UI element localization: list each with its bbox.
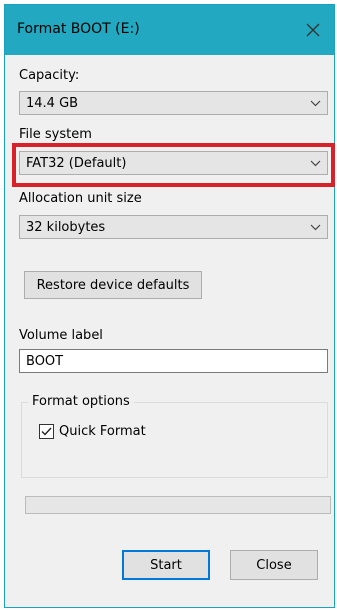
close-icon[interactable] bbox=[296, 13, 330, 47]
title-bar[interactable]: Format BOOT (E:) bbox=[5, 5, 334, 55]
chevron-down-icon bbox=[310, 224, 321, 231]
format-progress-bar bbox=[25, 496, 331, 514]
format-options-group: Format options Quick Format bbox=[21, 394, 328, 478]
allocation-dropdown[interactable]: 32 kilobytes bbox=[19, 215, 328, 239]
volume-label-value: BOOT bbox=[26, 354, 64, 369]
start-button[interactable]: Start bbox=[122, 550, 210, 580]
chevron-down-icon bbox=[310, 100, 321, 107]
window-title: Format BOOT (E:) bbox=[17, 21, 140, 37]
restore-defaults-button[interactable]: Restore device defaults bbox=[24, 271, 202, 299]
file-system-label: File system bbox=[19, 127, 92, 142]
capacity-label: Capacity: bbox=[19, 68, 80, 83]
file-system-highlight bbox=[12, 143, 335, 187]
volume-label-label: Volume label bbox=[19, 328, 103, 343]
capacity-dropdown[interactable]: 14.4 GB bbox=[19, 91, 328, 115]
format-dialog: Format BOOT (E:) Capacity: 14.4 GB File … bbox=[4, 4, 335, 608]
allocation-label: Allocation unit size bbox=[19, 191, 142, 206]
volume-label-input[interactable]: BOOT bbox=[19, 349, 328, 373]
checkmark-icon bbox=[41, 427, 52, 436]
quick-format-checkbox[interactable] bbox=[39, 424, 54, 439]
format-options-title: Format options bbox=[28, 394, 134, 410]
allocation-value: 32 kilobytes bbox=[26, 220, 106, 235]
capacity-value: 14.4 GB bbox=[26, 96, 79, 111]
quick-format-label[interactable]: Quick Format bbox=[59, 424, 146, 440]
close-button[interactable]: Close bbox=[230, 550, 318, 580]
